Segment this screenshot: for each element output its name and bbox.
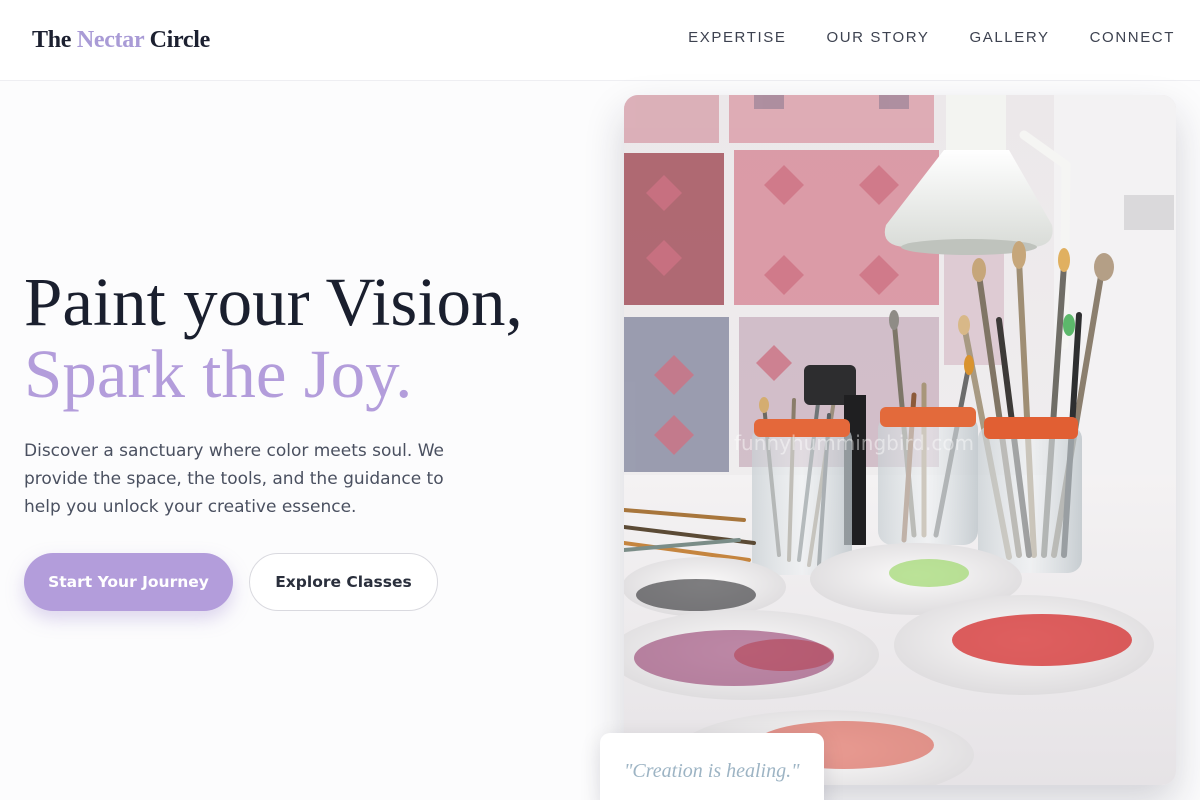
nav-expertise[interactable]: EXPERTISE — [688, 29, 786, 46]
main-nav: EXPERTISE OUR STORY GALLERY CONNECT — [688, 29, 1175, 46]
quote-text: "Creation is healing." — [624, 760, 800, 782]
nav-gallery[interactable]: GALLERY — [969, 29, 1049, 46]
headline-line-2: Spark the Joy. — [24, 336, 413, 412]
brand-suffix: Circle — [149, 27, 211, 53]
hero-headline: Paint your Vision, Spark the Joy. — [24, 266, 523, 410]
art-studio-illustration: funnyhummingbird.com — [624, 95, 1176, 785]
brand-accent: Nectar — [76, 27, 144, 53]
hero-description: Discover a sanctuary where color meets s… — [24, 441, 444, 517]
art-studio-photo: funnyhummingbird.com — [624, 95, 1176, 785]
nav-connect[interactable]: CONNECT — [1090, 29, 1175, 46]
explore-classes-button[interactable]: Explore Classes — [249, 553, 438, 611]
start-journey-button[interactable]: Start Your Journey — [24, 553, 233, 611]
quote-card: "Creation is healing." — [600, 733, 824, 800]
image-watermark: funnyhummingbird.com — [734, 431, 974, 455]
headline-line-1: Paint your Vision, — [24, 264, 523, 340]
nav-our-story[interactable]: OUR STORY — [826, 29, 929, 46]
site-header: The Nectar Circle EXPERTISE OUR STORY GA… — [0, 0, 1200, 81]
brand-logo[interactable]: The Nectar Circle — [32, 27, 210, 54]
brand-prefix: The — [32, 27, 72, 53]
